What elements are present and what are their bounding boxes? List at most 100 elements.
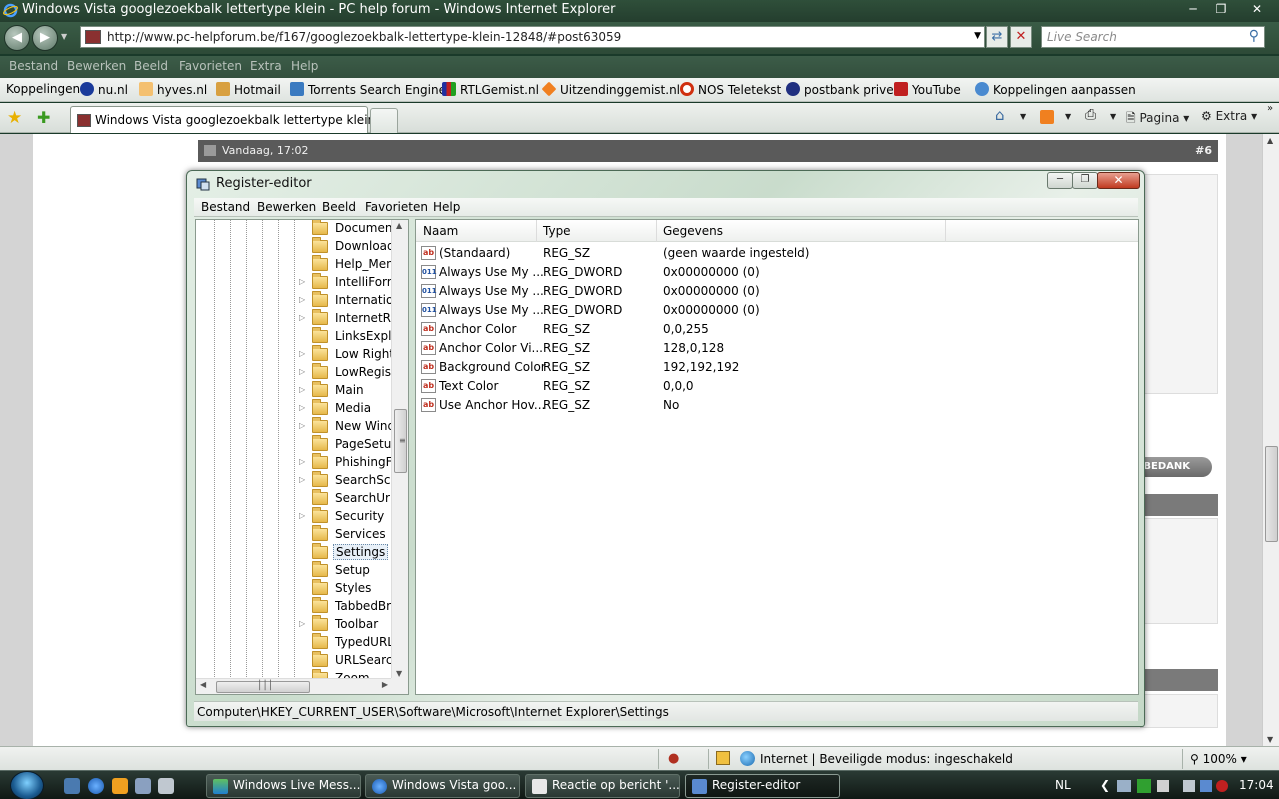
link-hyves[interactable]: hyves.nl: [139, 82, 207, 97]
menu-extra[interactable]: Extra: [250, 59, 282, 73]
regedit-close-button[interactable]: ✕: [1097, 172, 1140, 189]
tray-white-icon[interactable]: [1157, 780, 1169, 792]
taskbar-button-reactie[interactable]: Reactie op bericht '...: [525, 774, 680, 798]
link-torrents[interactable]: Torrents Search Engine: [290, 82, 446, 97]
home-dropdown-icon[interactable]: ▼: [1020, 112, 1026, 121]
tree-scroll-down-icon[interactable]: ▼: [396, 669, 402, 678]
expand-arrow-icon[interactable]: ▷: [299, 349, 305, 358]
link-hotmail[interactable]: Hotmail: [216, 82, 281, 97]
security-zone-text[interactable]: Internet | Beveiligde modus: ingeschakel…: [760, 752, 1013, 766]
ie-quicklaunch-icon[interactable]: [88, 778, 104, 794]
address-url[interactable]: http://www.pc-helpforum.be/f167/googlezo…: [107, 30, 621, 44]
address-dropdown-icon[interactable]: ▼: [974, 31, 981, 41]
tray-green-icon[interactable]: [1137, 779, 1151, 793]
expand-arrow-icon[interactable]: ▷: [299, 295, 305, 304]
tab-current[interactable]: Windows Vista googlezoekbalk lettertype …: [70, 106, 399, 133]
taskbar-button-live-messenger[interactable]: Windows Live Mess...: [206, 774, 361, 798]
registry-value-row[interactable]: ab Anchor Color Vi... REG_SZ 128,0,128: [416, 339, 1138, 358]
tree-horizontal-scrollbar[interactable]: ◀ │││ ▶: [196, 678, 392, 694]
menu-bewerken[interactable]: Bewerken: [67, 59, 126, 73]
extra-menu[interactable]: ⚙ Extra ▾: [1201, 109, 1257, 123]
security-alert-icon[interactable]: [1216, 780, 1228, 792]
maximize-button[interactable]: ❐: [1207, 0, 1235, 18]
stop-button[interactable]: ✕: [1010, 26, 1032, 48]
expand-arrow-icon[interactable]: ▷: [299, 619, 305, 628]
print-icon[interactable]: ⎙: [1085, 107, 1096, 123]
menu-beeld[interactable]: Beeld: [134, 59, 168, 73]
registry-value-row[interactable]: 011 Always Use My ... REG_DWORD 0x00000000 …: [416, 282, 1138, 301]
protected-mode-icon[interactable]: [716, 751, 730, 765]
start-button[interactable]: [10, 771, 44, 799]
clock[interactable]: 17:04: [1239, 778, 1274, 792]
expand-arrow-icon[interactable]: ▷: [299, 457, 305, 466]
volume-icon[interactable]: [1200, 780, 1212, 792]
expand-arrow-icon[interactable]: ▷: [299, 277, 305, 286]
favorites-star-icon[interactable]: ★: [7, 108, 22, 128]
page-scrollbar[interactable]: ▲ ▼: [1262, 134, 1279, 746]
chevron-more-icon[interactable]: »: [1267, 103, 1273, 114]
registry-value-row[interactable]: 011 Always Use My ... REG_DWORD 0x00000000 …: [416, 301, 1138, 320]
column-header-type[interactable]: Type: [543, 224, 571, 238]
minimize-button[interactable]: ─: [1179, 0, 1207, 18]
link-postbank[interactable]: postbank prive: [786, 82, 894, 97]
tree-scroll-right-icon[interactable]: ▶: [382, 680, 388, 689]
menu-favorieten[interactable]: Favorieten: [179, 59, 242, 73]
regedit-menu-help[interactable]: Help: [433, 200, 460, 214]
registry-value-row[interactable]: ab Background Color REG_SZ 192,192,192: [416, 358, 1138, 377]
regedit-menu-favorieten[interactable]: Favorieten: [365, 200, 428, 214]
recent-pages-dropdown[interactable]: ▼: [61, 32, 67, 41]
page-scroll-thumb[interactable]: [1265, 446, 1278, 542]
tray-expand-icon[interactable]: ❮: [1100, 778, 1110, 792]
popup-blocker-icon[interactable]: ●: [668, 751, 679, 766]
link-nu-nl[interactable]: nu.nl: [80, 82, 128, 97]
link-koppelingen-aanpassen[interactable]: Koppelingen aanpassen: [975, 82, 1136, 97]
feeds-dropdown-icon[interactable]: ▼: [1065, 112, 1071, 121]
registry-key-tree[interactable]: Document Download Help_Menu ▷ IntelliForm ▷ In…: [195, 219, 409, 695]
media-player-icon[interactable]: [112, 778, 128, 794]
regedit-minimize-button[interactable]: ─: [1047, 172, 1073, 189]
tree-hscroll-thumb[interactable]: │││: [216, 681, 310, 693]
taskbar-button-regedit[interactable]: Register-editor: [685, 774, 840, 798]
home-icon[interactable]: ⌂: [995, 106, 1005, 124]
network-icon[interactable]: [1183, 780, 1195, 792]
taskbar-button-ie-forum[interactable]: Windows Vista goo...: [365, 774, 520, 798]
registry-value-row[interactable]: ab Use Anchor Hov... REG_SZ No: [416, 396, 1138, 415]
expand-arrow-icon[interactable]: ▷: [299, 367, 305, 376]
registry-values-list[interactable]: Naam Type Gegevens ab (Standaard) REG_SZ (g…: [415, 219, 1139, 695]
scroll-down-icon[interactable]: ▼: [1267, 735, 1273, 744]
show-desktop-icon[interactable]: [64, 778, 80, 794]
add-favorite-icon[interactable]: ✚: [37, 108, 50, 127]
post-number[interactable]: #6: [1195, 144, 1212, 157]
link-youtube[interactable]: YouTube: [894, 82, 961, 97]
link-rtlgemist[interactable]: RTLGemist.nl: [442, 82, 539, 97]
print-dropdown-icon[interactable]: ▼: [1110, 112, 1116, 121]
registry-value-row[interactable]: ab Anchor Color REG_SZ 0,0,255: [416, 320, 1138, 339]
new-tab-button[interactable]: [370, 108, 398, 133]
tray-app-icon[interactable]: [1117, 780, 1131, 792]
page-menu[interactable]: 🗎 Pagina ▾: [1126, 109, 1189, 130]
expand-arrow-icon[interactable]: ▷: [299, 421, 305, 430]
column-header-gegevens[interactable]: Gegevens: [663, 224, 723, 238]
tree-scroll-thumb[interactable]: ≡: [394, 409, 407, 473]
regedit-menu-bestand[interactable]: Bestand: [201, 200, 250, 214]
link-nos-teletekst[interactable]: NOS Teletekst: [680, 82, 781, 97]
zoom-level[interactable]: ⚲ 100% ▾: [1190, 752, 1247, 766]
menu-bestand[interactable]: Bestand: [9, 59, 58, 73]
explorer-icon[interactable]: [158, 778, 174, 794]
regedit-maximize-button[interactable]: ❐: [1072, 172, 1098, 189]
search-icon[interactable]: ⚲: [1249, 28, 1259, 44]
expand-arrow-icon[interactable]: ▷: [299, 475, 305, 484]
feeds-icon[interactable]: [1040, 110, 1054, 124]
expand-arrow-icon[interactable]: ▷: [299, 403, 305, 412]
tree-scroll-left-icon[interactable]: ◀: [200, 680, 206, 689]
forward-button[interactable]: ▶: [32, 25, 58, 51]
refresh-button[interactable]: ⇄: [986, 26, 1008, 48]
link-uitzendinggemist[interactable]: Uitzendinggemist.nl: [541, 81, 680, 97]
scroll-up-icon[interactable]: ▲: [1267, 136, 1273, 145]
address-bar[interactable]: http://www.pc-helpforum.be/f167/googlezo…: [80, 26, 985, 48]
regedit-menu-beeld[interactable]: Beeld: [322, 200, 356, 214]
tree-vertical-scrollbar[interactable]: ▲ ≡ ▼: [391, 220, 408, 679]
close-button[interactable]: ✕: [1235, 0, 1279, 18]
registry-value-row[interactable]: ab Text Color REG_SZ 0,0,0: [416, 377, 1138, 396]
language-indicator[interactable]: NL: [1055, 778, 1071, 792]
